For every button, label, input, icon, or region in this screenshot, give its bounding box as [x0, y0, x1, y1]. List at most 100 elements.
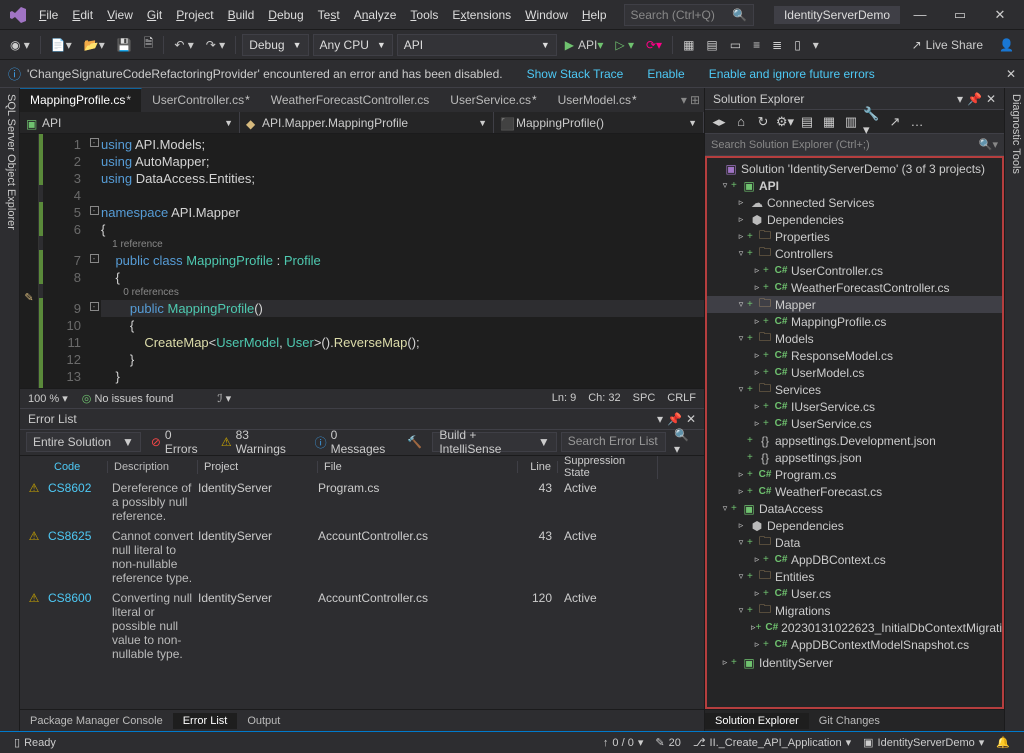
user-file[interactable]: ▹+C#User.cs [707, 585, 1002, 602]
run-without-debug-button[interactable]: ▷ ▾ [611, 36, 638, 54]
se-dropdown-icon[interactable]: ▾ [957, 92, 963, 106]
se-home-icon[interactable]: ⌂ [731, 112, 751, 132]
weatherforecast-file[interactable]: ▹+C#WeatherForecast.cs [707, 483, 1002, 500]
config-select[interactable]: Debug▼ [242, 34, 308, 56]
solution-node[interactable]: ▣Solution 'IdentityServerDemo' (3 of 3 p… [707, 160, 1002, 177]
weathercontroller-file[interactable]: ▹+C#WeatherForecastController.cs [707, 279, 1002, 296]
se-search-input[interactable]: Search Solution Explorer (Ctrl+;)🔍▾ [705, 134, 1004, 156]
health-icon[interactable]: ℐ ▾ [217, 392, 231, 405]
status-commits[interactable]: ✎ 20 [649, 736, 686, 749]
menu-test[interactable]: Test [311, 4, 347, 26]
tab-usercontroller[interactable]: UserController.cs* [142, 88, 261, 112]
tab-weathercontroller[interactable]: WeatherForecastController.cs [261, 88, 441, 112]
tab-userservice[interactable]: UserService.cs* [440, 88, 547, 112]
status-repo[interactable]: ▣ IdentityServerDemo ▾ [857, 736, 990, 749]
connected-services-node[interactable]: ▹☁Connected Services [707, 194, 1002, 211]
se-preview-icon[interactable]: ↗ [885, 112, 905, 132]
menu-build[interactable]: Build [221, 4, 262, 26]
platform-select[interactable]: Any CPU▼ [313, 34, 393, 56]
error-search-input[interactable]: Search Error List [561, 432, 666, 452]
tb-icon-5[interactable]: ≣ [768, 36, 786, 54]
zoom-label[interactable]: 100 % ▾ [28, 392, 68, 405]
account-icon[interactable]: 👤 [995, 36, 1018, 54]
menu-help[interactable]: Help [575, 4, 614, 26]
menu-tools[interactable]: Tools [403, 4, 445, 26]
maximize-button[interactable]: ▭ [940, 0, 980, 30]
outline-margin[interactable]: - - - - [87, 134, 101, 388]
tab-package-manager[interactable]: Package Manager Console [20, 713, 173, 729]
code-content[interactable]: using API.Models; using AutoMapper; usin… [101, 134, 704, 388]
menu-project[interactable]: Project [169, 4, 220, 26]
services-folder[interactable]: ▿+🗀Services [707, 381, 1002, 398]
build-intellisense-select[interactable]: Build + IntelliSense ▼ [432, 432, 556, 452]
tb-icon-1[interactable]: ▦ [679, 36, 698, 54]
save-button[interactable]: 💾 [113, 36, 136, 54]
enable-link[interactable]: Enable [647, 67, 684, 81]
run-button[interactable]: ▶ API ▾ [561, 36, 608, 54]
save-all-button[interactable]: 🗎 [140, 32, 158, 57]
menu-analyze[interactable]: Analyze [347, 4, 404, 26]
menu-extensions[interactable]: Extensions [445, 4, 518, 26]
undo-button[interactable]: ↶ ▾ [170, 36, 197, 54]
se-pin-icon[interactable]: 📌 [967, 92, 982, 106]
build-filter-icon[interactable]: 🔨 [401, 432, 428, 452]
error-row[interactable]: ⚠ CS8600 Converting null literal or poss… [20, 588, 704, 664]
iuserservice-file[interactable]: ▹+C#IUserService.cs [707, 398, 1002, 415]
show-stack-trace-link[interactable]: Show Stack Trace [527, 67, 624, 81]
snapshot-file[interactable]: ▹+C#AppDBContextModelSnapshot.cs [707, 636, 1002, 653]
tab-solution-explorer[interactable]: Solution Explorer [705, 713, 809, 729]
tb-icon-2[interactable]: ▤ [702, 36, 721, 54]
menu-view[interactable]: View [100, 4, 140, 26]
usermodel-file[interactable]: ▹+C#UserModel.cs [707, 364, 1002, 381]
tab-mappingprofile[interactable]: MappingProfile.cs* [20, 88, 142, 112]
tab-usermodel[interactable]: UserModel.cs* [548, 88, 648, 112]
solution-tree[interactable]: ▣Solution 'IdentityServerDemo' (3 of 3 p… [705, 156, 1004, 709]
userservice-file[interactable]: ▹+C#UserService.cs [707, 415, 1002, 432]
se-more-icon[interactable]: … [907, 112, 927, 132]
warnings-filter[interactable]: ⚠ 83 Warnings [215, 432, 305, 452]
tb-icon-7[interactable]: ▾ [809, 36, 823, 54]
properties-node[interactable]: ▹+🗀Properties [707, 228, 1002, 245]
mapper-folder[interactable]: ▿+🗀Mapper [707, 296, 1002, 313]
col-file[interactable]: File [318, 461, 518, 473]
appsettings-dev-file[interactable]: +{}appsettings.Development.json [707, 432, 1002, 449]
se-refresh-icon[interactable]: ▥ [841, 112, 861, 132]
data-folder[interactable]: ▿+🗀Data [707, 534, 1002, 551]
tabs-dropdown-icon[interactable]: ▾ [681, 93, 687, 107]
project-api-node[interactable]: ▿+▣API [707, 177, 1002, 194]
startup-project-select[interactable]: API▼ [397, 34, 557, 56]
menu-file[interactable]: File [32, 4, 65, 26]
nav-back-button[interactable]: ◉ ▾ [6, 36, 34, 54]
se-close-icon[interactable]: ✕ [986, 92, 996, 106]
project-dataaccess-node[interactable]: ▿+▣DataAccess [707, 500, 1002, 517]
error-row[interactable]: ⚠ CS8602 Dereference of a possibly null … [20, 478, 704, 526]
se-prop-icon[interactable]: 🔧▾ [863, 112, 883, 132]
models-folder[interactable]: ▿+🗀Models [707, 330, 1002, 347]
se-back-icon[interactable]: ◂▸ [709, 112, 729, 132]
menu-debug[interactable]: Debug [261, 4, 310, 26]
usercontroller-file[interactable]: ▹+C#UserController.cs [707, 262, 1002, 279]
hot-reload-button[interactable]: ⟳▾ [642, 36, 666, 54]
dependencies-node[interactable]: ▹⬢Dependencies [707, 211, 1002, 228]
right-rail-diagnostic[interactable]: Diagnostic Tools [1004, 88, 1024, 731]
mappingprofile-file[interactable]: ▹+C#MappingProfile.cs [707, 313, 1002, 330]
appdbcontext-file[interactable]: ▹+C#AppDBContext.cs [707, 551, 1002, 568]
code-editor[interactable]: ✎ 123456 78 9101112131415 - - [20, 134, 704, 388]
tb-icon-6[interactable]: ▯ [790, 36, 805, 54]
global-search-input[interactable]: Search (Ctrl+Q) 🔍 [624, 4, 754, 26]
entities-folder[interactable]: ▿+🗀Entities [707, 568, 1002, 585]
status-notification-icon[interactable]: 🔔 [990, 736, 1016, 749]
responsemodel-file[interactable]: ▹+C#ResponseModel.cs [707, 347, 1002, 364]
tab-git-changes[interactable]: Git Changes [809, 713, 890, 729]
migrations-folder[interactable]: ▿+🗀Migrations [707, 602, 1002, 619]
se-collapse-icon[interactable]: ▤ [797, 112, 817, 132]
nav-class-select[interactable]: ◆API.Mapper.MappingProfile▼ [240, 112, 494, 133]
panel-pin-icon[interactable]: 📌 [667, 412, 682, 426]
col-line[interactable]: Line [518, 461, 558, 473]
status-branch[interactable]: ⎇ II._Create_API_Application ▾ [687, 736, 857, 749]
error-search-go[interactable]: 🔍▾ [670, 428, 698, 456]
left-rail-sql-explorer[interactable]: SQL Server Object Explorer [0, 88, 20, 731]
minimize-button[interactable]: — [900, 0, 940, 30]
controllers-folder[interactable]: ▿+🗀Controllers [707, 245, 1002, 262]
errors-filter[interactable]: ⊘ 0 Errors [145, 432, 211, 452]
